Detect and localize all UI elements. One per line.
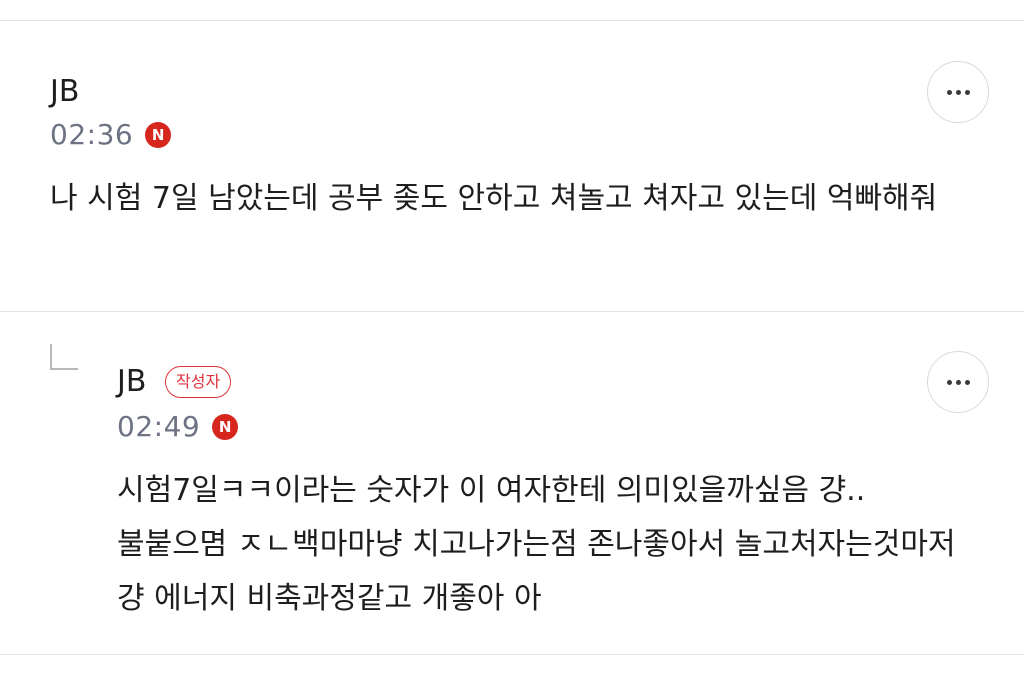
reply-item: JB 작성자 02:49 N 시험7일ㅋㅋ이라는 숫자가 이 여자한테 의미있을… <box>0 312 1024 654</box>
more-options-button[interactable] <box>927 351 989 413</box>
bottom-divider <box>0 654 1024 655</box>
reply-text: 시험7일ㅋㅋ이라는 숫자가 이 여자한테 의미있을까싶음 걍.. 불붙으몀 ㅈㄴ… <box>117 473 956 616</box>
comment-time: 02:36 <box>50 118 134 151</box>
writer-badge: 작성자 <box>165 366 232 398</box>
reply-time: 02:49 <box>117 410 201 443</box>
more-horizontal-icon <box>946 89 970 95</box>
new-badge-icon: N <box>145 122 172 148</box>
more-horizontal-icon <box>946 379 970 385</box>
reply-arrow-icon <box>50 344 78 370</box>
reply-meta: 02:49 N <box>117 409 239 445</box>
new-badge-icon: N <box>212 414 239 440</box>
comment-text: 나 시험 7일 남았는데 공부 좆도 안하고 쳐놀고 쳐자고 있는데 억빠해줘 <box>50 181 938 216</box>
comment-item: JB 02:36 N 나 시험 7일 남았는데 공부 좆도 안하고 쳐놀고 쳐자… <box>0 0 1024 312</box>
more-options-button[interactable] <box>927 61 989 123</box>
comment-author[interactable]: JB <box>50 74 79 110</box>
reply-author[interactable]: JB <box>117 364 146 400</box>
comment-meta: 02:36 N <box>50 117 172 153</box>
